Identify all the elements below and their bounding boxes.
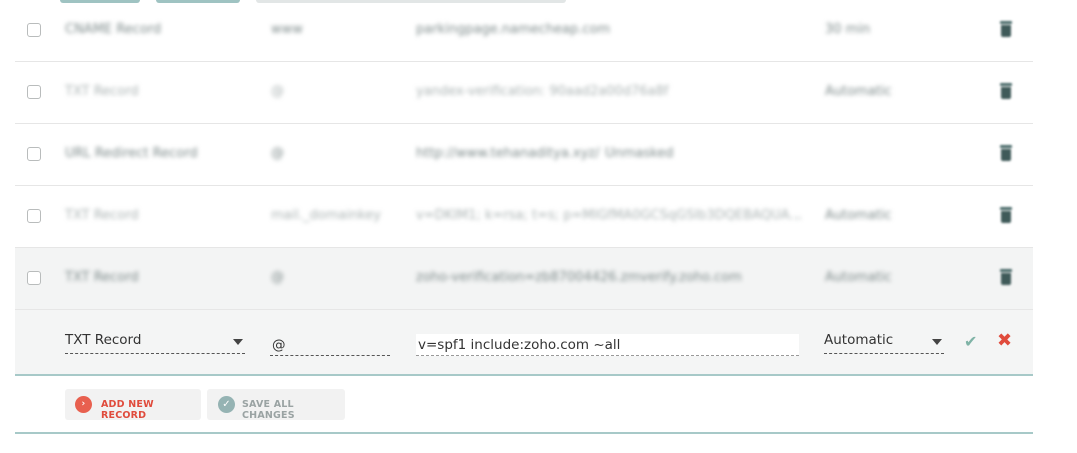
add-new-record-button[interactable]: › ADD NEW RECORD bbox=[65, 389, 201, 421]
record-host: @ bbox=[271, 146, 284, 161]
record-type-selected: TXT Record bbox=[65, 332, 142, 348]
row-checkbox[interactable] bbox=[27, 209, 41, 223]
add-new-record-label: ADD NEW RECORD bbox=[101, 399, 154, 421]
record-ttl: Automatic bbox=[825, 270, 892, 285]
save-all-changes-button[interactable]: ✓ SAVE ALL CHANGES bbox=[207, 389, 345, 421]
close-icon[interactable]: ✖ bbox=[997, 330, 1012, 351]
check-circle-icon: ✓ bbox=[218, 396, 235, 413]
chevron-right-icon: › bbox=[75, 396, 92, 413]
overlay-block bbox=[50, 62, 795, 123]
row-checkbox[interactable] bbox=[27, 85, 41, 99]
record-value: zoho-verification=zb87004426.zmverify.zo… bbox=[416, 270, 742, 285]
edit-record-row: TXT Record Automatic ✔ ✖ bbox=[15, 310, 1033, 376]
row-checkbox[interactable] bbox=[27, 147, 41, 161]
ttl-select[interactable]: Automatic bbox=[824, 332, 944, 354]
record-type: URL Redirect Record bbox=[65, 146, 198, 161]
trash-icon[interactable] bbox=[1000, 269, 1012, 285]
record-type-select[interactable]: TXT Record bbox=[65, 332, 245, 354]
trash-icon[interactable] bbox=[1000, 145, 1012, 161]
trash-icon[interactable] bbox=[1000, 21, 1012, 37]
chevron-down-icon bbox=[233, 339, 243, 345]
record-type: TXT Record bbox=[65, 270, 139, 285]
trash-icon[interactable] bbox=[1000, 83, 1012, 99]
record-value: parkingpage.namecheap.com bbox=[416, 22, 611, 37]
save-all-changes-label: SAVE ALL CHANGES bbox=[242, 399, 295, 421]
record-ttl: Automatic bbox=[825, 208, 892, 223]
value-input[interactable] bbox=[416, 334, 799, 356]
check-icon[interactable]: ✔ bbox=[964, 332, 977, 351]
record-type: CNAME Record bbox=[65, 22, 162, 37]
row-checkbox[interactable] bbox=[27, 271, 41, 285]
row-checkbox[interactable] bbox=[27, 23, 41, 37]
record-redirect-mode: Unmasked bbox=[605, 146, 674, 161]
chevron-down-icon bbox=[932, 339, 942, 345]
overlay-block bbox=[50, 186, 795, 247]
record-ttl: Automatic bbox=[825, 84, 892, 99]
record-value: http://www.tehanaditya.xyz/ bbox=[416, 146, 600, 161]
footer-divider bbox=[15, 432, 1033, 434]
record-ttl: 30 min bbox=[825, 22, 871, 37]
table-row: TXT Record @ zoho-verification=zb8700442… bbox=[15, 248, 1033, 310]
table-row: URL Redirect Record @ http://www.tehanad… bbox=[15, 124, 1033, 186]
ttl-selected: Automatic bbox=[824, 332, 894, 348]
record-host: www bbox=[271, 22, 303, 37]
table-row: CNAME Record www parkingpage.namecheap.c… bbox=[15, 0, 1033, 62]
trash-icon[interactable] bbox=[1000, 207, 1012, 223]
record-host: @ bbox=[271, 270, 284, 285]
host-input[interactable] bbox=[270, 334, 390, 356]
